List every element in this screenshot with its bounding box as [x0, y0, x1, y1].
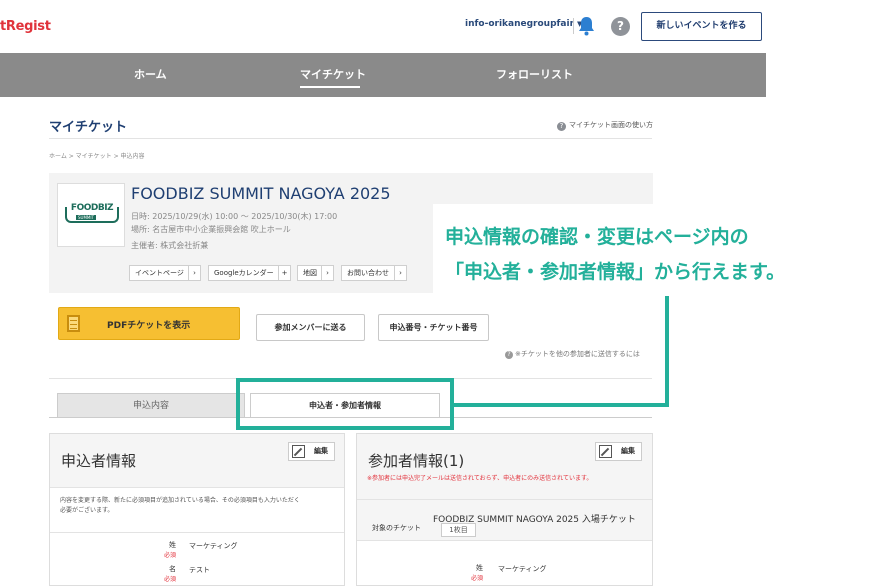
event-logo-sub: SUMMIT	[76, 215, 96, 220]
edit-icon	[599, 445, 612, 458]
event-date: 日時: 2025/10/29(水) 10:00 ～ 2025/10/30(木) …	[131, 212, 338, 221]
event-logo: FOODBIZ SUMMIT	[57, 183, 125, 247]
field-label-last-name: 姓	[169, 541, 176, 549]
pdf-ticket-button[interactable]: PDFチケットを表示	[58, 307, 240, 340]
send-note-label: ※チケットを他の参加者に送信するには	[515, 350, 640, 358]
divider	[50, 532, 344, 533]
required-badge: 必須	[471, 575, 484, 582]
send-members-button[interactable]: 参加メンバーに送る	[256, 314, 365, 341]
event-logo-text: FOODBIZ	[70, 203, 114, 213]
divider	[49, 138, 652, 139]
chip-label: お問い合わせ	[347, 269, 389, 277]
page-title: マイチケット	[49, 120, 128, 135]
annotation-highlight-box	[236, 378, 454, 430]
help-link[interactable]: ? マイチケット画面の使い方	[557, 120, 653, 131]
bell-icon[interactable]	[578, 16, 595, 36]
edit-participant-button[interactable]: 編集	[595, 442, 642, 461]
field-label-last-name: 姓	[476, 564, 483, 572]
ticket-label: 対象のチケット	[372, 524, 421, 532]
field-value-last-name: マーケティング	[498, 565, 547, 573]
ticket-row: 対象のチケット FOODBIZ SUMMIT NAGOYA 2025 入場チケッ…	[357, 500, 652, 541]
event-place: 場所: 名古屋市中小企業振興会館 吹上ホール	[131, 225, 291, 234]
edit-icon	[292, 445, 305, 458]
document-icon	[67, 315, 80, 332]
tab-application-details[interactable]: 申込内容	[57, 393, 245, 417]
field-value-last-name: マーケティング	[189, 542, 238, 550]
chevron-right-icon: ›	[394, 265, 406, 281]
create-event-button[interactable]: 新しいイベントを作る	[641, 12, 762, 41]
participant-panel: 参加者情報(1) 編集 ※参加者には申込完了メールは送信されておらず、申込者にの…	[356, 433, 653, 586]
edit-label: 編集	[314, 447, 328, 455]
nav-item-home[interactable]: ホーム	[134, 66, 167, 82]
annotation-line1: 申込情報の確認・変更はページ内の	[445, 226, 749, 248]
account-name: info-orikanegroupfair	[465, 19, 575, 29]
plus-icon: +	[278, 265, 290, 281]
help-icon[interactable]: ?	[611, 17, 630, 36]
annotation-text: 申込情報の確認・変更はページ内の 「申込者・参加者情報」から行えます。	[445, 220, 785, 290]
applicant-panel: 申込者情報 編集 内容を変更する際、新たに必須項目が追加されている場合、その必須…	[49, 433, 345, 586]
applicant-note-line1: 内容を変更する際、新たに必須項目が追加されている場合、その必須項目も入力いただく	[60, 497, 300, 504]
participant-panel-title: 参加者情報(1)	[368, 452, 465, 470]
chip-label: Googleカレンダー	[214, 269, 274, 277]
annotation-connector	[665, 295, 669, 407]
chevron-right-icon: ›	[321, 265, 333, 281]
event-organizer: 主催者: 株式会社折兼	[131, 241, 209, 250]
required-badge: 必須	[164, 552, 177, 559]
applicant-panel-title: 申込者情報	[61, 452, 137, 470]
pdf-ticket-label: PDFチケットを表示	[107, 321, 191, 331]
event-title: FOODBIZ SUMMIT NAGOYA 2025	[131, 184, 391, 203]
event-page-link[interactable]: イベントページ ›	[129, 265, 201, 281]
participant-note: ※参加者には申込完了メールは送信されておらず、申込者にのみ送信されています。	[367, 475, 593, 482]
main-nav: ホーム マイチケット フォローリスト	[0, 53, 766, 97]
field-label-first-name: 名	[169, 565, 176, 573]
applicant-note-line2: 必要がございます。	[60, 507, 114, 514]
breadcrumb: ホーム > マイチケット > 申込内容	[49, 153, 145, 160]
google-calendar-link[interactable]: Googleカレンダー +	[208, 265, 291, 281]
applicant-panel-header: 申込者情報 編集	[50, 434, 344, 488]
question-icon: ?	[505, 351, 513, 359]
map-link[interactable]: 地図 ›	[297, 265, 334, 281]
edit-label: 編集	[621, 447, 635, 455]
annotation-line2: 「申込者・参加者情報」から行えます。	[445, 261, 786, 283]
help-link-label: マイチケット画面の使い方	[569, 121, 653, 129]
nav-item-follow-list[interactable]: フォローリスト	[496, 66, 573, 82]
nav-active-indicator	[300, 86, 360, 88]
field-value-first-name: テスト	[189, 566, 210, 574]
chip-label: 地図	[303, 269, 317, 277]
ticket-count-badge: 1枚目	[441, 523, 476, 537]
question-icon: ?	[557, 122, 566, 131]
participant-panel-header: 参加者情報(1) 編集 ※参加者には申込完了メールは送信されておらず、申込者にの…	[357, 434, 652, 500]
ticket-number-button[interactable]: 申込番号・チケット番号	[378, 314, 489, 341]
nav-item-my-ticket[interactable]: マイチケット	[300, 66, 366, 82]
contact-link[interactable]: お問い合わせ ›	[341, 265, 407, 281]
send-help-link[interactable]: ? ※チケットを他の参加者に送信するには	[505, 349, 640, 359]
chevron-right-icon: ›	[188, 265, 200, 281]
annotation-connector	[454, 403, 669, 407]
account-menu[interactable]: info-orikanegroupfair ▼	[465, 19, 582, 29]
brand-logo[interactable]: tRegist	[0, 19, 51, 34]
header-divider	[573, 18, 574, 34]
required-badge: 必須	[164, 576, 177, 583]
chip-label: イベントページ	[135, 269, 184, 277]
edit-applicant-button[interactable]: 編集	[288, 442, 335, 461]
